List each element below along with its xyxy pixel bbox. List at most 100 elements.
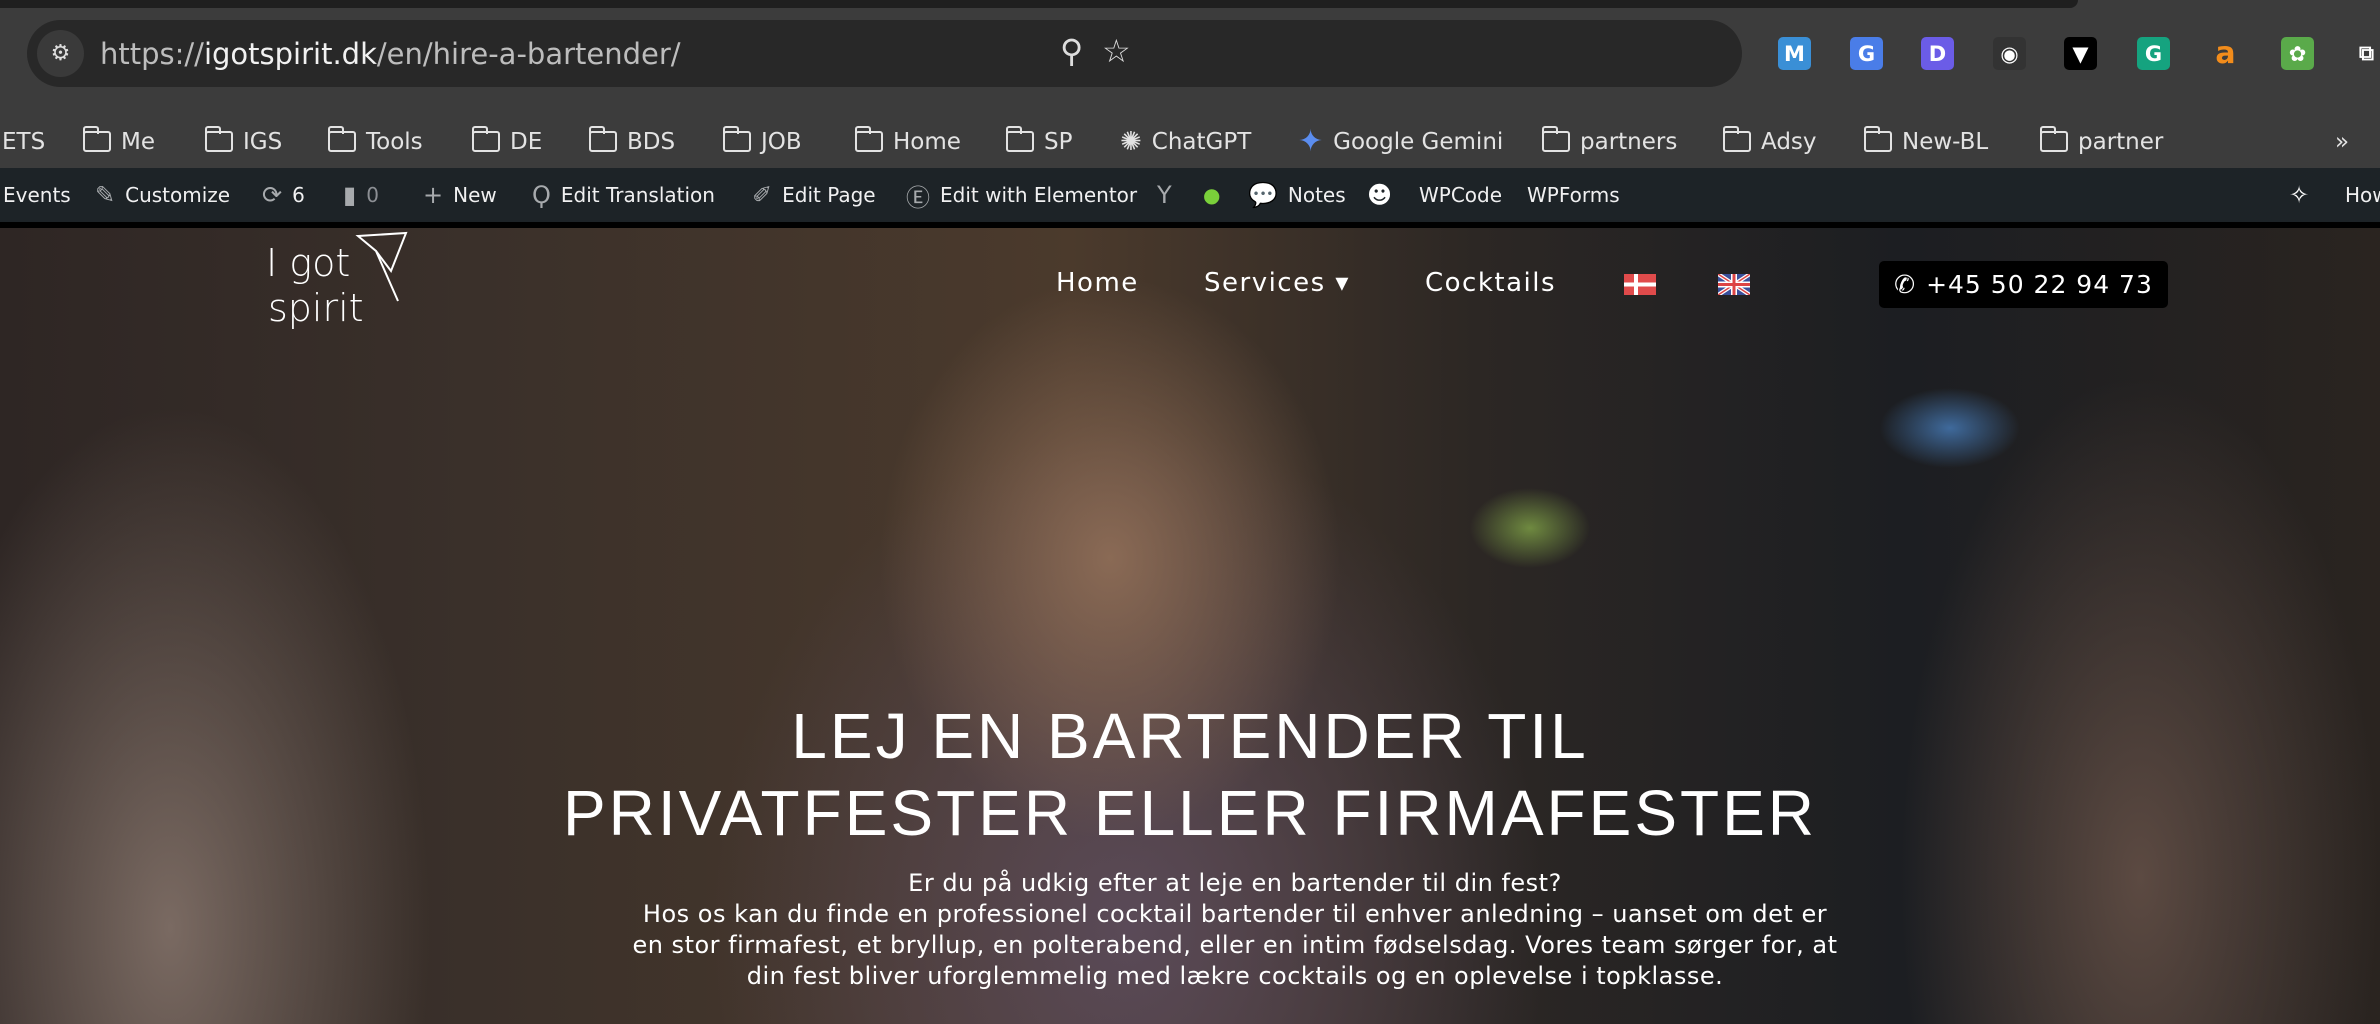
admin-item-wpcode[interactable]: WPCode <box>1419 168 1502 222</box>
puzzle-extension-icon[interactable]: ⧉ <box>2350 37 2380 70</box>
title-line-1: LEJ EN BARTENDER TIL <box>791 700 1589 772</box>
folder-icon <box>854 126 883 152</box>
fox-extension-icon[interactable]: ▼ <box>2064 37 2097 70</box>
site-settings-icon[interactable]: ⚙ <box>37 30 84 77</box>
chevron-down-icon: ▾ <box>1335 268 1350 298</box>
admin-item-label: WPCode <box>1419 183 1503 207</box>
nav-home[interactable]: Home <box>1056 268 1139 298</box>
danish-flag-icon[interactable] <box>1624 274 1656 295</box>
address-bar[interactable]: ⚙ https://igotspirit.dk/en/hire-a-barten… <box>27 20 1742 87</box>
folder-icon <box>1541 126 1570 152</box>
admin-item-icon-14[interactable]: ✧ <box>2289 168 2309 222</box>
folder-icon <box>1863 126 1892 152</box>
admin-item-icon-9[interactable]: ● <box>1203 168 1220 222</box>
bookmark-label: IGS <box>243 128 283 155</box>
bookmark-tools[interactable]: Tools <box>327 115 423 168</box>
folder-icon <box>722 126 751 152</box>
bookmark-chatgpt[interactable]: ✺ ChatGPT <box>1120 115 1251 168</box>
bookmarks-bar: ETS Me IGS Tools DE BDS JOB Home SP ✺ ChatGPT ✦ Goog… <box>0 115 2380 168</box>
admin-item-label: Customize <box>125 183 231 207</box>
bookmark-ets[interactable]: ETS <box>2 115 45 168</box>
bookmark-new-bl[interactable]: New-BL <box>1863 115 1989 168</box>
admin-item-how[interactable]: How <box>2345 168 2380 222</box>
bookmark-label: Adsy <box>1761 128 1817 155</box>
folder-icon <box>327 126 356 152</box>
m-extension-icon[interactable]: M <box>1778 37 1811 70</box>
uk-flag-icon[interactable] <box>1718 274 1750 295</box>
bookmark-label: DE <box>510 128 543 155</box>
bookmark-adsy[interactable]: Adsy <box>1722 115 1817 168</box>
admin-icon: ✐ <box>752 181 773 209</box>
bookmark-bds[interactable]: BDS <box>588 115 676 168</box>
admin-icon: ▮ <box>343 181 357 209</box>
bookmark-google-gemini[interactable]: ✦ Google Gemini <box>1298 115 1503 168</box>
admin-item-6[interactable]: ⟳ 6 <box>262 168 305 222</box>
intro-paragraph: Er du på udkig efter at leje en bartende… <box>630 868 1840 992</box>
bookmark-me[interactable]: Me <box>82 115 155 168</box>
page-title: LEJ EN BARTENDER TIL PRIVATFESTER ELLER F… <box>0 698 2380 852</box>
bookmark-sp[interactable]: SP <box>1005 115 1072 168</box>
admin-item-icon-8[interactable]: Y <box>1157 168 1172 222</box>
admin-item-edit-translation[interactable]: Ϙ Edit Translation <box>532 168 715 222</box>
admin-item-customize[interactable]: ✎ Customize <box>95 168 230 222</box>
bookmark-de[interactable]: DE <box>471 115 543 168</box>
admin-item-label: Edit Page <box>782 183 876 207</box>
zoom-icon[interactable]: ⚲ <box>1060 32 1083 70</box>
admin-icon: ✎ <box>95 181 116 209</box>
google-translate-icon[interactable]: G <box>1850 37 1883 70</box>
admin-item-edit-with-elementor[interactable]: Ⓔ Edit with Elementor <box>906 168 1137 222</box>
gemini-icon: ✦ <box>1298 124 1324 159</box>
admin-icon: ⟳ <box>262 181 283 209</box>
bookmark-label: Google Gemini <box>1333 128 1504 155</box>
admin-item-label: Events <box>3 183 71 207</box>
chatgpt-icon: ✺ <box>1120 126 1142 157</box>
folder-icon <box>471 126 500 152</box>
nav-services[interactable]: Services ▾ <box>1204 268 1350 298</box>
admin-item-0[interactable]: ▮ 0 <box>343 168 379 222</box>
folder-icon <box>1005 126 1034 152</box>
admin-item-notes[interactable]: 💬 Notes <box>1248 168 1346 222</box>
bookmark-label: Me <box>121 128 155 155</box>
bookmark-star-icon[interactable]: ☆ <box>1102 32 1131 70</box>
folder-icon <box>2039 126 2068 152</box>
bookmark-home[interactable]: Home <box>854 115 961 168</box>
status-dot-icon: ● <box>1203 183 1221 207</box>
admin-icon: ☻ <box>1367 181 1393 209</box>
color-picker-icon[interactable]: ◉ <box>1993 37 2026 70</box>
bookmark-partner[interactable]: partner <box>2039 115 2163 168</box>
bookmark-label: New-BL <box>1902 128 1989 155</box>
nav-services-label: Services <box>1204 268 1326 298</box>
bookmarks-overflow-chevron-icon[interactable]: » <box>2335 115 2349 168</box>
admin-icon: Ϙ <box>532 181 551 209</box>
phone-icon: ✆ <box>1894 270 1917 299</box>
url-host: igotspirit.dk <box>203 37 377 71</box>
folder-icon <box>588 126 617 152</box>
bookmark-label: partners <box>1580 128 1678 155</box>
bookmark-label: ChatGPT <box>1151 128 1252 155</box>
d-extension-icon[interactable]: D <box>1921 37 1954 70</box>
nav-cocktails[interactable]: Cocktails <box>1425 268 1556 298</box>
bookmark-label: ETS <box>2 128 46 155</box>
phone-button[interactable]: ✆ +45 50 22 94 73 <box>1879 261 2168 308</box>
admin-item-label: 0 <box>366 183 379 207</box>
bookmark-label: JOB <box>761 128 802 155</box>
admin-item-wpforms[interactable]: WPForms <box>1527 168 1620 222</box>
a-extension-icon[interactable]: a <box>2209 36 2242 71</box>
admin-item-label: New <box>453 183 497 207</box>
admin-item-icon-11[interactable]: ☻ <box>1367 168 1392 222</box>
admin-item-events[interactable]: Events <box>3 168 71 222</box>
grammarly-icon[interactable]: G <box>2137 37 2170 70</box>
admin-item-label: How <box>2345 183 2380 207</box>
bookmark-job[interactable]: JOB <box>722 115 802 168</box>
admin-item-edit-page[interactable]: ✐ Edit Page <box>752 168 876 222</box>
admin-item-new[interactable]: + New <box>423 168 497 222</box>
bookmark-igs[interactable]: IGS <box>204 115 283 168</box>
url-text[interactable]: https://igotspirit.dk/en/hire-a-bartende… <box>100 37 681 71</box>
sprout-extension-icon[interactable]: ✿ <box>2281 37 2314 70</box>
bookmark-label: BDS <box>627 128 676 155</box>
site-logo[interactable]: I got spirit <box>266 231 411 346</box>
bookmark-label: Home <box>893 128 961 155</box>
bookmark-partners[interactable]: partners <box>1541 115 1678 168</box>
intro-question: Er du på udkig efter at leje en bartende… <box>908 869 1562 897</box>
phone-number: +45 50 22 94 73 <box>1926 270 2153 299</box>
